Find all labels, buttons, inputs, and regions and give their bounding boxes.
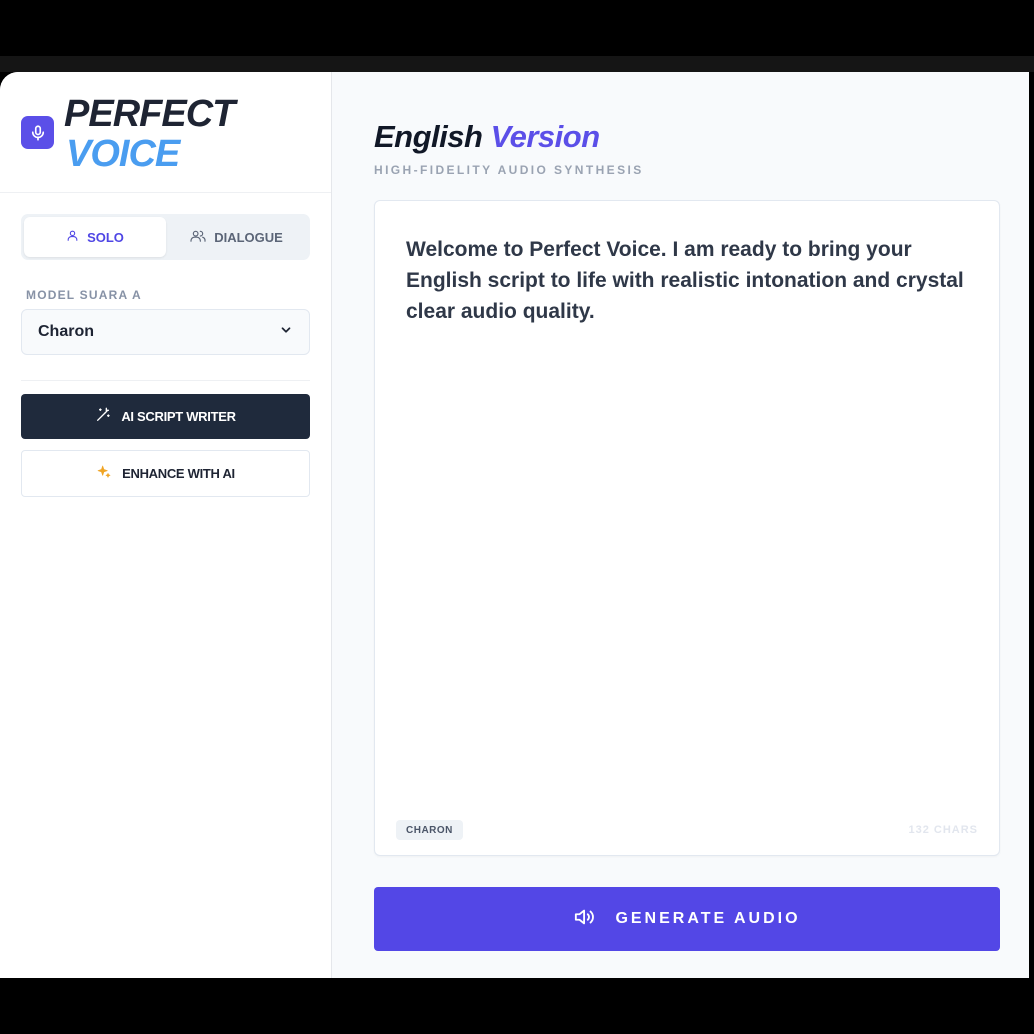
- sidebar-divider: [21, 380, 310, 381]
- window-top-strip: [0, 56, 1034, 72]
- sidebar: PERFECT VOICE SOLO DIALOGUE MODEL SUARA …: [0, 72, 332, 978]
- magic-wand-icon: [95, 407, 111, 426]
- page-subtitle: HIGH-FIDELITY AUDIO SYNTHESIS: [374, 163, 644, 177]
- generate-audio-button[interactable]: GENERATE AUDIO: [374, 887, 1000, 951]
- ai-script-writer-button[interactable]: AI SCRIPT WRITER: [21, 394, 310, 439]
- ai-script-writer-label: AI SCRIPT WRITER: [121, 409, 236, 424]
- window-edge: [1029, 72, 1034, 140]
- window-top-bar: [0, 0, 1034, 56]
- users-icon: [190, 229, 206, 246]
- microphone-icon: [21, 116, 54, 149]
- voice-model-label: MODEL SUARA A: [26, 288, 142, 302]
- user-icon: [66, 229, 79, 245]
- window-bottom-bar: [0, 978, 1034, 1034]
- solo-mode-button[interactable]: SOLO: [24, 217, 166, 257]
- generate-audio-label: GENERATE AUDIO: [615, 910, 801, 927]
- sparkles-icon: [96, 464, 112, 483]
- mode-toggle: SOLO DIALOGUE: [21, 214, 310, 260]
- voice-model-value: Charon: [38, 323, 94, 340]
- page-title-accent: Version: [490, 119, 601, 154]
- enhance-with-ai-button[interactable]: ENHANCE WITH AI: [21, 450, 310, 497]
- solo-mode-label: SOLO: [87, 229, 124, 245]
- dialogue-mode-label: DIALOGUE: [214, 229, 283, 245]
- chevron-down-icon: [279, 323, 293, 342]
- page-title: English Version: [374, 118, 600, 156]
- window-edge: [1029, 892, 1034, 978]
- char-count: 132 CHARS: [908, 824, 978, 836]
- voice-badge: CHARON: [396, 820, 463, 840]
- dialogue-mode-button[interactable]: DIALOGUE: [166, 217, 307, 257]
- script-text[interactable]: Welcome to Perfect Voice. I am ready to …: [406, 234, 976, 327]
- brand-name-line1: PERFECT: [64, 93, 235, 135]
- voice-model-select[interactable]: Charon: [21, 309, 310, 355]
- page-title-primary: English: [374, 119, 483, 154]
- script-editor[interactable]: Welcome to Perfect Voice. I am ready to …: [374, 200, 1000, 856]
- app-window: PERFECT VOICE SOLO DIALOGUE MODEL SUARA …: [0, 72, 1029, 978]
- brand-name-line2: VOICE: [66, 133, 180, 175]
- brand-header: PERFECT VOICE: [0, 72, 331, 193]
- speaker-icon: [573, 906, 597, 933]
- enhance-with-ai-label: ENHANCE WITH AI: [122, 466, 235, 481]
